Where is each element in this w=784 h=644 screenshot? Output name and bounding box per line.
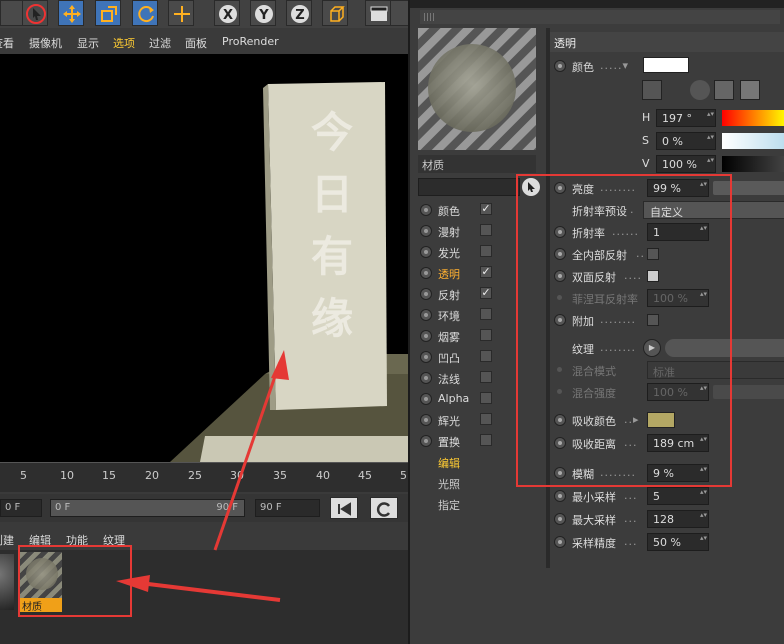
- annotation-arrows: [116, 350, 289, 602]
